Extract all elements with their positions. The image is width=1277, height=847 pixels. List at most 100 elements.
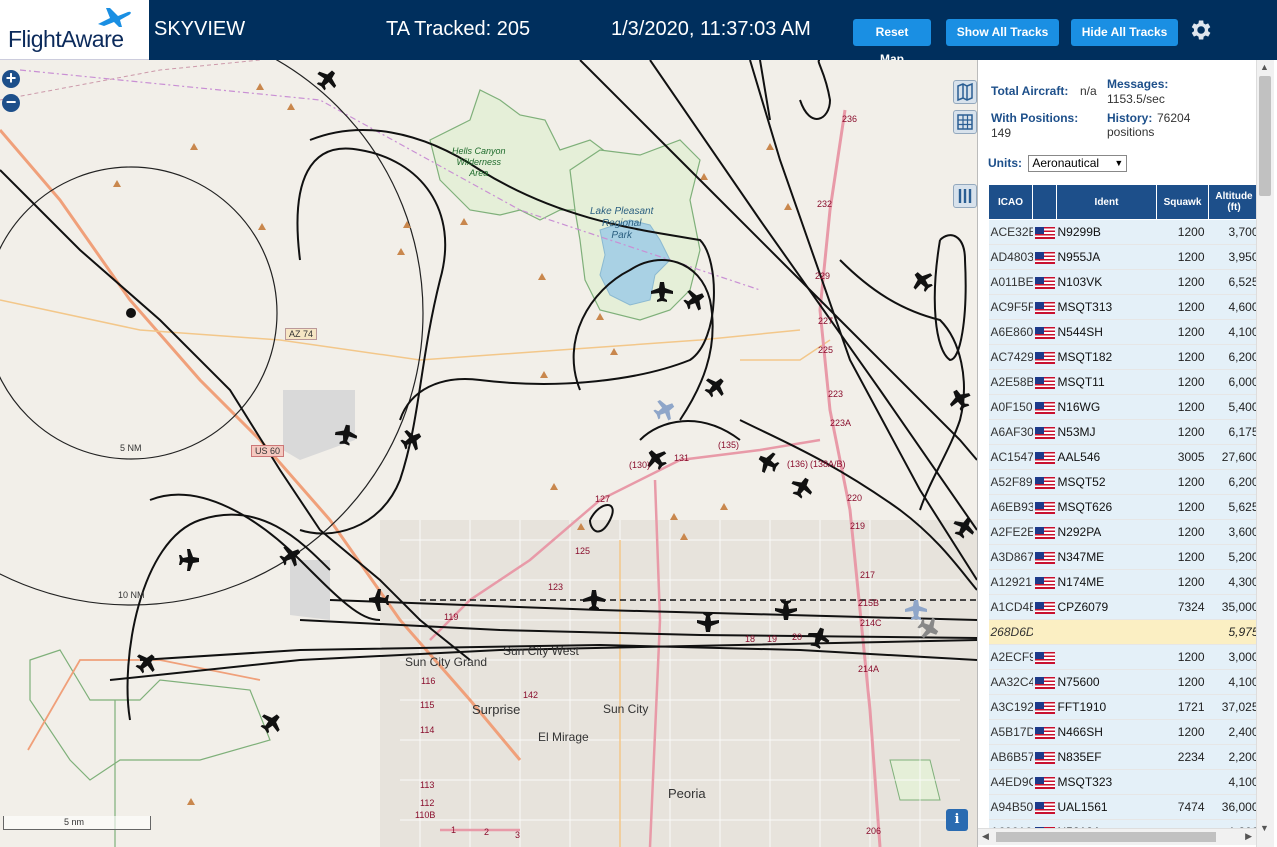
column-header-altitude[interactable]: Altitude (ft) (1208, 184, 1260, 220)
show-all-tracks-button[interactable]: Show All Tracks (946, 19, 1059, 46)
aircraft-row[interactable]: A0F150 N16WG 1200 5,400 (988, 394, 1260, 420)
aircraft-row[interactable]: AC1547 AAL546 3005 27,600 (988, 444, 1260, 470)
map-layer-button[interactable] (953, 80, 977, 104)
zoom-out-button[interactable]: − (2, 93, 20, 112)
aircraft-squawk: 1200 (1156, 469, 1209, 495)
aircraft-altitude: 6,525 (1208, 269, 1260, 295)
top-header: FlightAware SKYVIEW TA Tracked: 205 1/3/… (0, 0, 1277, 66)
exit-label: 220 (847, 493, 863, 503)
exit-label: 18 (745, 634, 756, 644)
grid-icon (957, 114, 973, 130)
column-header-flag[interactable] (1032, 184, 1057, 220)
aircraft-row[interactable]: A3C192 FFT1910 1721 37,025 (988, 694, 1260, 720)
settings-gear-icon[interactable] (1187, 17, 1213, 43)
aircraft-row[interactable]: A2E58B MSQT11 1200 6,000 (988, 369, 1260, 395)
aircraft-altitude: 4,100 (1208, 319, 1260, 345)
scroll-down-icon[interactable]: ▼ (1260, 823, 1269, 833)
units-select[interactable]: Aeronautical ▼ (1028, 155, 1128, 172)
aircraft-flag (1032, 544, 1057, 570)
aircraft-row[interactable]: A2ECF9 1200 3,000 (988, 644, 1260, 670)
scale-label: 5 nm (64, 817, 85, 827)
scroll-right-icon[interactable]: ▶ (1245, 831, 1252, 842)
aircraft-row[interactable]: A6AF30 N53MJ 1200 6,175 (988, 419, 1260, 445)
aircraft-row[interactable]: A52F89 MSQT52 1200 6,200 (988, 469, 1260, 495)
aircraft-row[interactable]: AB6B57 N835EF 2234 2,200 (988, 744, 1260, 770)
aircraft-squawk: 1721 (1156, 694, 1209, 720)
us-flag-icon (1034, 301, 1055, 314)
exit-label: (130) (629, 460, 651, 470)
aircraft-row[interactable]: A011BE N103VK 1200 6,525 (988, 269, 1260, 295)
aircraft-row[interactable]: A6EB93 MSQT626 1200 5,625 (988, 494, 1260, 520)
aircraft-row[interactable]: A2FE2E N292PA 1200 3,600 (988, 519, 1260, 545)
aircraft-row[interactable]: A6E860 N544SH 1200 4,100 (988, 319, 1260, 345)
aircraft-ident (1056, 644, 1157, 670)
aircraft-row[interactable]: A12921 N174ME 1200 4,300 (988, 569, 1260, 595)
exit-label: (135) (718, 440, 740, 450)
exit-label: 131 (674, 453, 690, 463)
zoom-in-button[interactable]: + (2, 69, 20, 88)
aircraft-row[interactable]: AD4803 N955JA 1200 3,950 (988, 244, 1260, 270)
aircraft-squawk: 1200 (1156, 344, 1209, 370)
us-flag-icon (1034, 376, 1055, 389)
aircraft-ident: CPZ6079 (1056, 594, 1157, 620)
aircraft-ident: MSQT11 (1056, 369, 1157, 395)
column-header-ident[interactable]: Ident (1056, 184, 1157, 220)
exit-label: 2 (484, 827, 490, 837)
logo-text: FlightAware (8, 26, 124, 52)
positions-label: With Positions: (991, 111, 1079, 125)
aircraft-row[interactable]: 268D6D 5,975 (988, 619, 1260, 645)
us-flag-icon (1034, 501, 1055, 514)
aircraft-row[interactable]: A1CD4E CPZ6079732435,000 (988, 594, 1260, 620)
us-flag-icon (1034, 801, 1055, 814)
exit-label: 225 (818, 345, 834, 355)
scroll-thumb-horizontal[interactable] (996, 832, 1216, 842)
units-label: Units: (988, 156, 1022, 170)
column-header-icao[interactable]: ICAO (988, 184, 1033, 220)
aircraft-row[interactable]: AA32C4 N75600 1200 4,100 (988, 669, 1260, 695)
aircraft-row[interactable]: A94B50 UAL1561 7474 36,000 (988, 794, 1260, 820)
aircraft-icao: A0F150 (988, 394, 1033, 420)
aircraft-ident: UAL1561 (1056, 794, 1157, 820)
aircraft-altitude: 35,000 (1208, 594, 1260, 620)
aircraft-icao: A3C192 (988, 694, 1033, 720)
scroll-left-icon[interactable]: ◀ (982, 831, 989, 842)
aircraft-row[interactable]: AC7429 MSQT182 1200 6,200 (988, 344, 1260, 370)
map-view[interactable]: Hells Canyon Wilderness Area Lake Pleasant… (0, 60, 977, 847)
aircraft-flag (1032, 669, 1057, 695)
grid-toggle-button[interactable] (953, 110, 977, 134)
ring-label-10nm: 10 NM (118, 590, 145, 600)
aircraft-flag (1032, 694, 1057, 720)
panel-vertical-scrollbar[interactable]: ▲ ▼ (1256, 60, 1274, 847)
aircraft-altitude: 5,200 (1208, 544, 1260, 570)
datetime-display: 1/3/2020, 11:37:03 AM (611, 18, 811, 40)
us-flag-icon (1034, 676, 1055, 689)
aircraft-row[interactable]: ACE32E N9299B 1200 3,700 (988, 219, 1260, 245)
scroll-thumb[interactable] (1259, 76, 1271, 196)
aircraft-row[interactable]: AC9F5F MSQT313 1200 4,600 (988, 294, 1260, 320)
flightaware-logo[interactable]: FlightAware (0, 0, 149, 60)
us-flag-icon (1034, 276, 1055, 289)
column-header-squawk[interactable]: Squawk (1156, 184, 1209, 220)
panel-horizontal-scrollbar[interactable]: ◀ ▶ (978, 828, 1256, 845)
scroll-up-icon[interactable]: ▲ (1260, 62, 1269, 72)
aircraft-squawk: 1200 (1156, 544, 1209, 570)
aircraft-table: ICAO Ident Squawk Altitude (ft) ACE32E N9… (988, 184, 1260, 845)
aircraft-row[interactable]: A3D867 N347ME 1200 5,200 (988, 544, 1260, 570)
toggle-sidebar-button[interactable] (953, 184, 977, 208)
aircraft-row[interactable]: A5B17D N466SH 1200 2,400 (988, 719, 1260, 745)
aircraft-ident: N103VK (1056, 269, 1157, 295)
aircraft-icao: A1CD4E (988, 594, 1033, 620)
reset-map-button[interactable]: Reset Map (853, 19, 931, 66)
aircraft-flag (1032, 619, 1057, 645)
aircraft-ident: N174ME (1056, 569, 1157, 595)
aircraft-row[interactable]: A4ED9C MSQT323 4,100 (988, 769, 1260, 795)
info-button[interactable]: i (946, 809, 968, 831)
us-flag-icon (1034, 526, 1055, 539)
aircraft-flag (1032, 769, 1057, 795)
aircraft-squawk: 1200 (1156, 394, 1209, 420)
aircraft-ident: FFT1910 (1056, 694, 1157, 720)
us-flag-icon (1034, 651, 1055, 664)
hide-all-tracks-button[interactable]: Hide All Tracks (1071, 19, 1178, 46)
aircraft-flag (1032, 444, 1057, 470)
aircraft-flag (1032, 744, 1057, 770)
